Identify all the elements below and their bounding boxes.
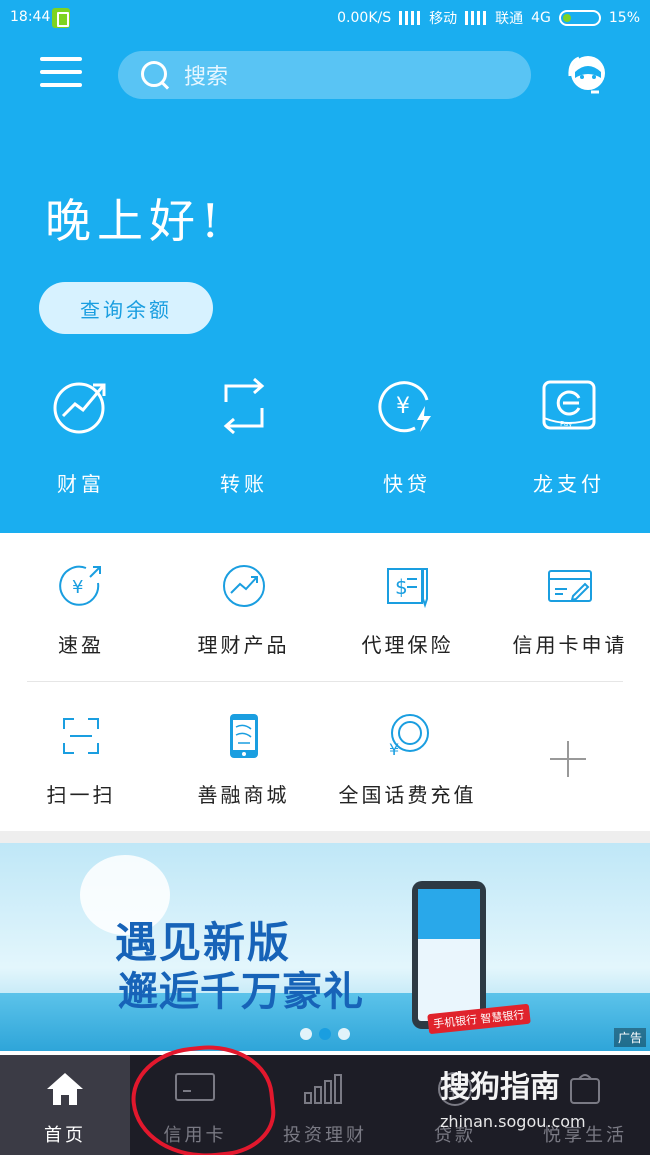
watermark-url: zhinan.sogou.com (440, 1112, 586, 1131)
greeting-text: 晚上好! (45, 194, 226, 248)
banner-subtitle: 邂逅千万豪礼 (118, 969, 364, 1015)
watermark-brand: 搜狗指南 (440, 1070, 560, 1105)
investment-chart-icon (304, 1074, 342, 1104)
search-bar[interactable]: 搜索 (118, 51, 531, 99)
nav-tab-credit-card[interactable]: 信用卡 (130, 1055, 260, 1155)
service-credit-card-apply[interactable]: 信用卡申请 (505, 563, 635, 658)
service-label: 善融商城 (197, 783, 290, 807)
svg-text:¥: ¥ (396, 394, 410, 419)
suying-icon: ¥ (59, 565, 101, 606)
nav-label: 信用卡 (163, 1125, 227, 1146)
search-icon (140, 60, 170, 90)
add-service-icon[interactable] (548, 739, 588, 779)
grid-divider (27, 681, 623, 682)
banner-phone-image (412, 881, 486, 1029)
service-label: 全国话费充值 (338, 783, 477, 807)
carrier-2: 联通 (495, 11, 524, 27)
quick-action-transfer[interactable]: 转账 (189, 376, 299, 496)
quick-action-quick-loan[interactable]: ¥ 快贷 (352, 376, 462, 496)
quick-action-long-pay[interactable]: Pay 龙支付 (514, 376, 624, 496)
service-label: 速盈 (58, 633, 104, 657)
service-insurance[interactable]: $ 代理保险 (350, 563, 465, 658)
scan-icon (63, 718, 99, 754)
service-finance-product[interactable]: 理财产品 (186, 563, 301, 658)
ad-label: 广告 (613, 1028, 646, 1047)
credit-card-icon (175, 1073, 215, 1101)
nav-tab-investment[interactable]: 投资理财 (260, 1055, 390, 1155)
sogou-watermark: 搜狗指南 zhinan.sogou.com (440, 1062, 586, 1131)
quick-action-wealth[interactable]: 财富 (26, 376, 136, 496)
service-phone-recharge[interactable]: ¥ 全国话费充值 (335, 713, 480, 808)
signal-icon (399, 11, 422, 25)
service-suying[interactable]: ¥ 速盈 (26, 563, 136, 658)
signal-icon (465, 11, 488, 25)
header-panel: 18:44 0.00K/S 移动 联通 4G 15% 搜索 晚上好! 查询余额 … (0, 0, 650, 533)
transfer-icon (223, 377, 265, 435)
pagination-dot[interactable] (338, 1028, 350, 1040)
quick-action-label: 财富 (57, 472, 105, 496)
check-balance-button[interactable]: 查询余额 (39, 282, 213, 334)
pagination-dot[interactable] (300, 1028, 312, 1040)
svg-text:Pay: Pay (560, 420, 572, 428)
service-label: 扫一扫 (46, 783, 116, 807)
phone-recharge-icon: ¥ (389, 714, 429, 759)
battery-icon (558, 10, 601, 26)
pagination-dot-active[interactable] (319, 1028, 331, 1040)
svg-text:$: $ (395, 575, 408, 599)
home-icon (47, 1073, 83, 1105)
network-speed: 0.00K/S (337, 10, 392, 26)
service-scan[interactable]: 扫一扫 (26, 713, 136, 808)
quick-loan-icon: ¥ (378, 381, 431, 433)
promo-banner[interactable]: 遇见新版 邂逅千万豪礼 手机银行 智慧银行 广告 (0, 843, 650, 1051)
status-time: 18:44 (10, 9, 51, 25)
carrier-1: 移动 (429, 11, 458, 27)
service-label: 理财产品 (197, 633, 290, 657)
service-label: 代理保险 (361, 633, 454, 657)
customer-service-icon[interactable] (565, 52, 611, 98)
service-label: 信用卡申请 (512, 633, 628, 657)
services-grid: ¥ 速盈 理财产品 $ 代理保险 信用卡申请 扫一扫 善融商城 ¥ 全国话费充值 (0, 533, 650, 831)
battery-level: 15% (608, 10, 640, 26)
quick-action-label: 快贷 (383, 472, 431, 496)
network-type: 4G (531, 10, 551, 26)
wealth-icon (53, 382, 106, 434)
nav-label: 投资理财 (283, 1125, 367, 1146)
insurance-icon: $ (386, 568, 428, 609)
nav-tab-home[interactable]: 首页 (0, 1055, 130, 1155)
search-placeholder: 搜索 (184, 65, 229, 90)
service-mall[interactable]: 善融商城 (186, 713, 301, 808)
nav-label: 首页 (44, 1125, 86, 1146)
sim-card-icon (52, 8, 70, 28)
menu-icon[interactable] (40, 57, 82, 91)
bank-app-home: 18:44 0.00K/S 移动 联通 4G 15% 搜索 晚上好! 查询余额 … (0, 0, 650, 1155)
section-gap (0, 831, 650, 843)
finance-product-icon (222, 565, 265, 607)
banner-pagination (300, 1028, 350, 1040)
quick-action-label: 龙支付 (533, 472, 605, 496)
credit-card-apply-icon (548, 570, 592, 602)
status-bar: 18:44 0.00K/S 移动 联通 4G 15% (0, 0, 650, 36)
svg-text:¥: ¥ (72, 577, 83, 598)
long-pay-icon: Pay (542, 380, 596, 430)
svg-text:¥: ¥ (389, 740, 399, 759)
quick-action-label: 转账 (220, 472, 268, 496)
mall-icon (229, 714, 258, 758)
status-right: 0.00K/S 移动 联通 4G 15% (337, 8, 640, 28)
